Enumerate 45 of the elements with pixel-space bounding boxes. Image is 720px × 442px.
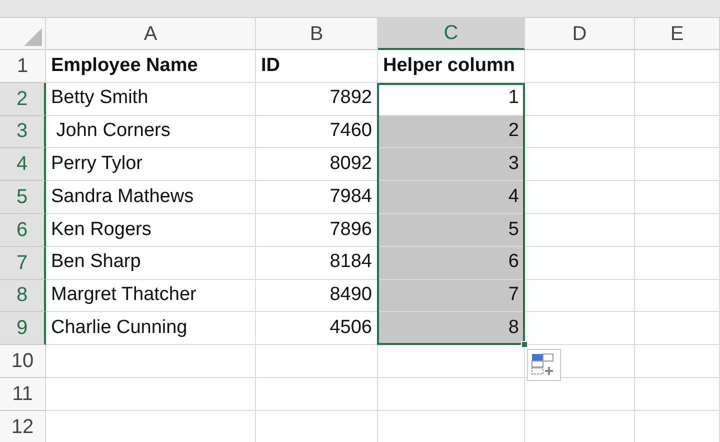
table-cell: John Corners bbox=[46, 116, 256, 148]
row-header[interactable]: 11 bbox=[0, 378, 46, 411]
table-cell: 8490 bbox=[256, 280, 378, 312]
row-header[interactable]: 1 bbox=[0, 50, 46, 83]
column-header[interactable]: B bbox=[256, 18, 378, 50]
table-cell: 8092 bbox=[256, 148, 378, 182]
table-cell: 7896 bbox=[256, 214, 378, 247]
column-header[interactable]: D bbox=[525, 18, 635, 50]
column-header[interactable]: C bbox=[378, 18, 525, 50]
table-cell: Ken Rogers bbox=[46, 214, 256, 247]
column-header[interactable]: E bbox=[635, 18, 720, 50]
row-header[interactable]: 8 bbox=[0, 280, 46, 312]
table-cell: Employee Name bbox=[46, 50, 256, 83]
table-cell: Helper column bbox=[378, 50, 525, 83]
table-cell: 8184 bbox=[256, 246, 378, 280]
row-header[interactable]: 2 bbox=[0, 82, 46, 116]
table-cell: Margret Thatcher bbox=[46, 280, 256, 312]
table-cell: 4506 bbox=[256, 312, 378, 346]
row-header[interactable]: 6 bbox=[0, 214, 46, 247]
row-header[interactable]: 7 bbox=[0, 246, 46, 280]
table-cell: Perry Tylor bbox=[46, 148, 256, 182]
table-cell: 7460 bbox=[256, 116, 378, 148]
row-header[interactable]: 3 bbox=[0, 116, 46, 148]
table-cell: 3 bbox=[378, 148, 525, 182]
table-cell: 7 bbox=[378, 280, 525, 312]
table-cell: Ben Sharp bbox=[46, 246, 256, 280]
row-header[interactable]: 4 bbox=[0, 148, 46, 182]
table-cell: ID bbox=[256, 50, 378, 83]
table-cell: Betty Smith bbox=[46, 82, 256, 116]
fill-handle[interactable] bbox=[521, 341, 528, 348]
row-header[interactable]: 5 bbox=[0, 181, 46, 214]
column-header[interactable]: A bbox=[46, 18, 256, 50]
table-cell: 8 bbox=[378, 312, 525, 346]
table-cell: 2 bbox=[378, 116, 525, 148]
table-cell: 7984 bbox=[256, 181, 378, 214]
row-header[interactable]: 12 bbox=[0, 410, 46, 442]
table-cell: Sandra Mathews bbox=[46, 181, 256, 214]
table-cell: 7892 bbox=[256, 82, 378, 116]
row-header[interactable]: 10 bbox=[0, 345, 46, 378]
table-cell: 6 bbox=[378, 246, 525, 280]
table-cell: Charlie Cunning bbox=[46, 312, 256, 346]
table-cell: 5 bbox=[378, 214, 525, 247]
table-cell: 4 bbox=[378, 181, 525, 214]
auto-fill-options-button[interactable] bbox=[527, 349, 561, 382]
row-header[interactable]: 9 bbox=[0, 312, 46, 346]
